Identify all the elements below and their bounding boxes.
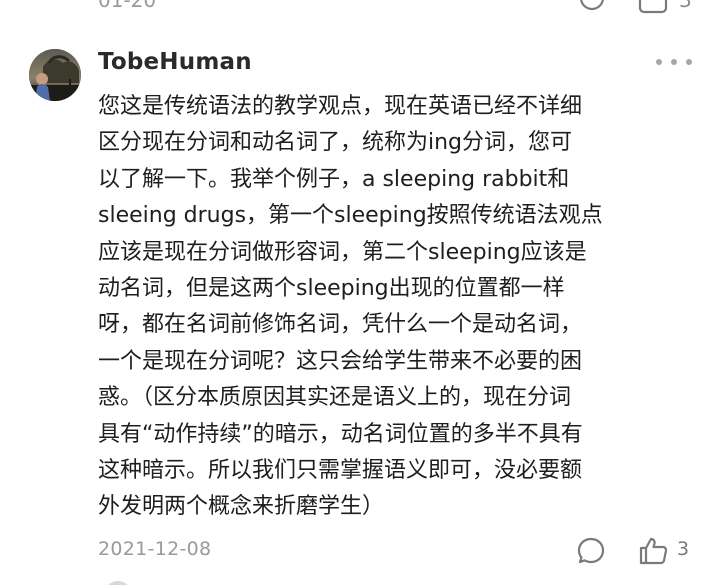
comment-line: 一个是现在分词呢？这只会给学生带来不必要的困 xyxy=(98,348,583,374)
like-button[interactable] xyxy=(636,534,670,568)
next-comment-edge xyxy=(0,578,720,585)
comment-line: 这种暗示。所以我们只需掌握语义即可，没必要额 xyxy=(98,457,583,483)
comment-username[interactable]: TobeHuman xyxy=(98,49,252,75)
comment-date: 2021-12-08 xyxy=(98,538,212,560)
more-options-button[interactable] xyxy=(656,52,692,72)
like-count: 3 xyxy=(677,538,690,560)
next-avatar xyxy=(104,581,132,585)
comment-line: 应该是现在分词做形容词，第二个sleeping应该是 xyxy=(98,239,587,265)
comment-line: 以了解一下。我举个例子，a sleeping rabbit和 xyxy=(98,166,570,192)
comment-line: 惑。（区分本质原因其实还是语义上的，现在分词 xyxy=(98,385,572,411)
previous-comment-footer: 01-20 3 xyxy=(0,0,720,14)
previous-like-count: 3 xyxy=(679,0,692,12)
thumbs-up-icon xyxy=(639,537,668,565)
reply-button[interactable] xyxy=(575,535,607,567)
thumbs-up-icon[interactable] xyxy=(637,0,669,14)
more-dots-icon xyxy=(671,59,677,65)
comment-bubble-icon[interactable] xyxy=(577,0,607,14)
comment-line: 呀，都在名词前修饰名词，凭什么一个是动名词， xyxy=(98,312,583,338)
comment-line: 具有“动作持续”的暗示，动名词位置的多半不具有 xyxy=(98,421,583,447)
comment-line: 外发明两个概念来折磨学生） xyxy=(98,494,385,520)
comment-line: 区分现在分词和动名词了，统称为ing分词，您可 xyxy=(98,130,573,156)
comment-line: 动名词，但是这两个sleeping出现的位置都一样 xyxy=(98,275,565,301)
comment-line: 您这是传统语法的教学观点，现在英语已经不详细 xyxy=(98,94,583,119)
more-dots-icon xyxy=(656,59,662,65)
previous-comment-date: 01-20 xyxy=(98,0,157,12)
more-dots-icon xyxy=(686,59,692,65)
comment-text: 您这是传统语法的教学观点，现在英语已经不详细 区分现在分词和动名词了，统称为in… xyxy=(98,89,698,526)
avatar[interactable] xyxy=(29,49,81,101)
comment-bubble-icon xyxy=(577,537,605,564)
comment-line: sleeing drugs，第一个sleeping按照传统语法观点 xyxy=(98,203,603,229)
